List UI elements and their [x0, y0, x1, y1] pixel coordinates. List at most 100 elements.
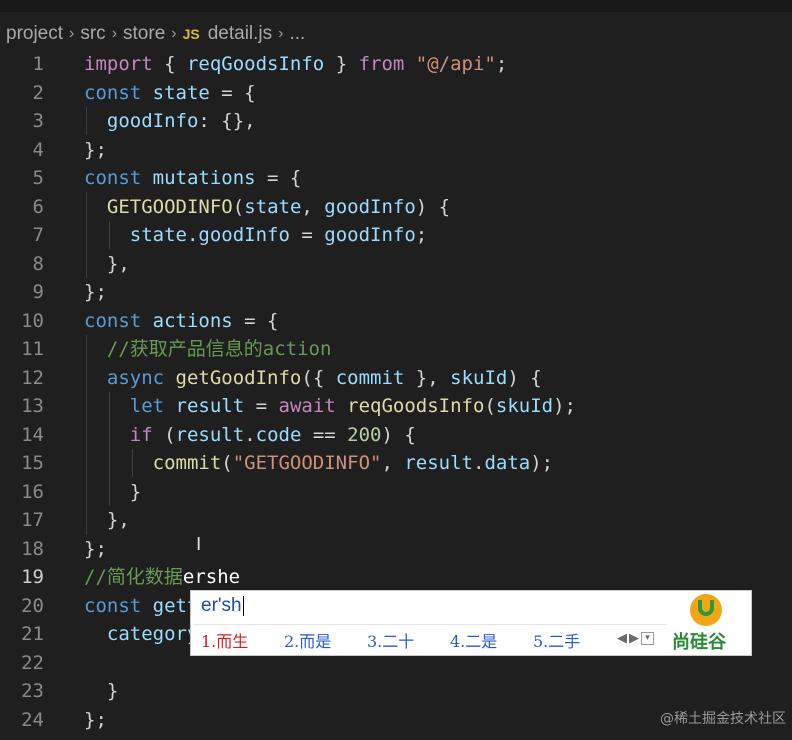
code-line[interactable]: 2 const state = { [0, 79, 792, 108]
code-line[interactable]: 13 let result = await reqGoodsInfo(skuId… [0, 392, 792, 421]
code-token: //获取产品信息的action [84, 338, 332, 360]
chevron-right-icon: › [171, 25, 177, 42]
code-token: skuId [495, 395, 554, 417]
code-token: , [381, 452, 405, 474]
code-token: }, [404, 366, 451, 389]
breadcrumb-store[interactable]: store [123, 23, 165, 45]
code-token: ; [415, 224, 428, 246]
code-line[interactable]: 7 state.goodInfo = goodInfo; [0, 221, 792, 250]
code-text: //简化数据ershe [84, 563, 240, 592]
text-cursor-icon: I [196, 534, 202, 555]
code-line[interactable]: 10 const actions = { [0, 307, 792, 336]
code-line[interactable]: 15 commit("GETGOODINFO", result.data); [0, 449, 792, 478]
code-line[interactable]: 19 //简化数据ershe [0, 563, 792, 592]
code-token: goodInfo [324, 224, 416, 246]
code-token: , [301, 195, 325, 218]
code-token: state [244, 195, 302, 218]
code-line[interactable]: 23 } [0, 677, 792, 706]
code-token: }; [84, 138, 107, 161]
line-number: 6 [32, 195, 44, 218]
prev-page-icon[interactable]: ◀ [617, 631, 627, 646]
code-token: 200 [347, 423, 382, 446]
ime-page-controls: ◀ ▶ ▾ [617, 631, 654, 646]
breadcrumb-file[interactable]: detail.js [208, 23, 272, 45]
code-token: commit [335, 366, 405, 389]
code-text: }; [84, 706, 107, 735]
code-text: import { reqGoodsInfo } from "@/api"; [84, 50, 507, 79]
code-line[interactable]: 3 goodInfo: {}, [0, 107, 792, 136]
code-line[interactable]: 18}; [0, 535, 792, 564]
line-number: 16 [21, 480, 44, 503]
code-text: category [84, 620, 199, 649]
line-number: 2 [32, 81, 44, 104]
code-token: ({ [301, 366, 336, 389]
code-line[interactable]: 12 async getGoodInfo({ commit }, skuId) … [0, 364, 792, 393]
ime-candidate-4[interactable]: 4.二是 [450, 628, 533, 652]
code-token: data [484, 452, 531, 474]
code-token: ) { [381, 423, 416, 446]
ime-candidate-3[interactable]: 3.二十 [367, 628, 450, 652]
code-token: reqGoodsInfo [347, 395, 485, 417]
code-token: result [175, 395, 245, 417]
code-text: }; [84, 535, 107, 564]
code-token: }; [84, 708, 107, 731]
code-line[interactable]: 5 const mutations = { [0, 164, 792, 193]
code-line[interactable]: 14 if (result.code == 200) { [0, 421, 792, 450]
code-line[interactable]: 17 }, [0, 506, 792, 535]
breadcrumb-project[interactable]: project [6, 23, 63, 45]
line-number: 20 [21, 594, 44, 617]
code-line[interactable]: 9}; [0, 278, 792, 307]
code-token: == [301, 423, 348, 446]
js-file-icon: JS [182, 26, 200, 42]
breadcrumb-symbols[interactable]: ... [289, 23, 305, 45]
code-token: getGoodInfo [175, 366, 302, 389]
code-line[interactable]: 4}; [0, 136, 792, 165]
line-number: 9 [32, 281, 44, 303]
code-token: . [472, 452, 485, 474]
code-text: }; [84, 278, 107, 307]
code-text: goodInfo: {}, [84, 107, 256, 136]
line-number: 17 [21, 509, 44, 531]
breadcrumb-src[interactable]: src [80, 23, 105, 45]
code-token: const [84, 167, 142, 189]
code-token: ) { [415, 195, 451, 218]
ime-divider [193, 624, 667, 625]
code-line[interactable]: 6 GETGOODINFO(state, goodInfo) { [0, 193, 792, 222]
code-line[interactable]: 8 }, [0, 250, 792, 279]
code-token: result [404, 452, 473, 474]
code-token: . [186, 224, 199, 246]
code-token: ershe [182, 566, 241, 588]
expand-candidates-icon[interactable]: ▾ [641, 632, 654, 645]
code-line[interactable]: 11 //获取产品信息的action [0, 335, 792, 364]
line-number: 8 [32, 252, 44, 275]
chevron-right-icon: › [111, 25, 118, 42]
line-number: 7 [32, 224, 44, 246]
watermark: @稀土掘金技术社区 [660, 711, 786, 727]
chevron-right-icon: › [278, 25, 284, 42]
line-number: 11 [21, 338, 44, 360]
code-token: import [84, 53, 153, 75]
code-text: state.goodInfo = goodInfo; [84, 221, 427, 250]
line-number: 10 [21, 309, 44, 332]
code-token: = { [232, 309, 279, 332]
line-number: 12 [21, 366, 44, 389]
code-token: ( [484, 395, 496, 417]
line-number: 13 [21, 395, 44, 417]
ime-candidate-1[interactable]: 1.而生 [201, 628, 284, 652]
ime-candidate-5[interactable]: 5.二手 [533, 628, 616, 652]
ime-candidate-2[interactable]: 2.而是 [284, 628, 367, 652]
code-token: }; [84, 281, 107, 303]
code-token: ( [232, 195, 245, 218]
next-page-icon[interactable]: ▶ [629, 631, 639, 646]
code-text: } [84, 677, 118, 706]
code-line[interactable]: 16 } [0, 478, 792, 507]
ime-candidate-window[interactable]: er'sh 1.而生 2.而是 3.二十 4.二是 5.二手 ◀ ▶ ▾ 尚硅谷 [190, 590, 752, 656]
code-line[interactable]: 1 import { reqGoodsInfo } from "@/api"; [0, 50, 792, 79]
code-token: code [255, 423, 302, 446]
